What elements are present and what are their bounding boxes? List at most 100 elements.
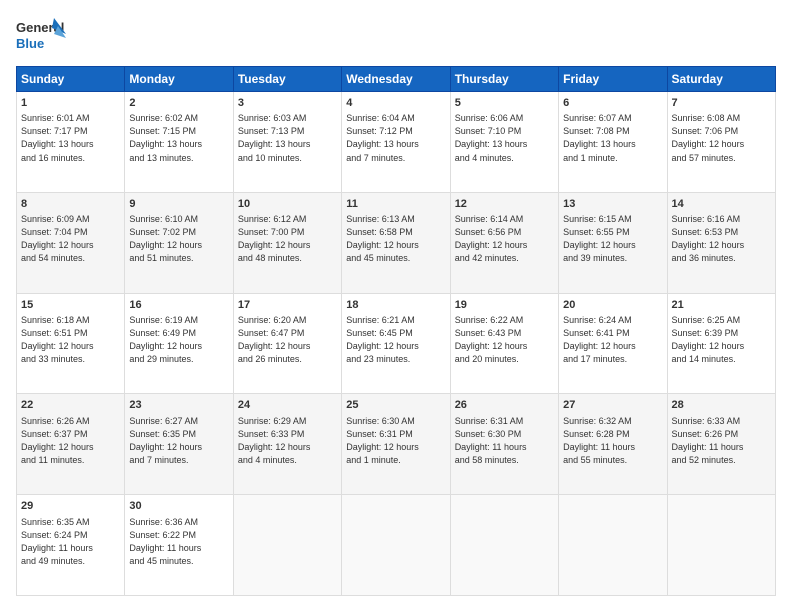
calendar-cell: 6Sunrise: 6:07 AM Sunset: 7:08 PM Daylig… bbox=[559, 92, 667, 193]
weekday-header-thursday: Thursday bbox=[450, 67, 558, 92]
day-info: Sunrise: 6:16 AM Sunset: 6:53 PM Dayligh… bbox=[672, 213, 771, 265]
day-number: 10 bbox=[238, 197, 337, 212]
day-number: 16 bbox=[129, 298, 228, 313]
calendar-cell: 14Sunrise: 6:16 AM Sunset: 6:53 PM Dayli… bbox=[667, 192, 775, 293]
day-number: 8 bbox=[21, 197, 120, 212]
day-number: 25 bbox=[346, 398, 445, 413]
calendar-cell: 5Sunrise: 6:06 AM Sunset: 7:10 PM Daylig… bbox=[450, 92, 558, 193]
logo: GeneralBlue bbox=[16, 16, 68, 56]
day-number: 6 bbox=[563, 96, 662, 111]
day-info: Sunrise: 6:14 AM Sunset: 6:56 PM Dayligh… bbox=[455, 213, 554, 265]
week-row-5: 29 Sunrise: 6:35 AM Sunset: 6:24 PM Dayli… bbox=[17, 495, 776, 596]
calendar-cell bbox=[233, 495, 341, 596]
day-info: Sunrise: 6:03 AM Sunset: 7:13 PM Dayligh… bbox=[238, 112, 337, 164]
day-info: Sunrise: 6:10 AM Sunset: 7:02 PM Dayligh… bbox=[129, 213, 228, 265]
day-info: Sunrise: 6:06 AM Sunset: 7:10 PM Dayligh… bbox=[455, 112, 554, 164]
weekday-header-tuesday: Tuesday bbox=[233, 67, 341, 92]
day-info: Sunrise: 6:33 AM Sunset: 6:26 PM Dayligh… bbox=[672, 415, 771, 467]
day-info: Sunrise: 6:22 AM Sunset: 6:43 PM Dayligh… bbox=[455, 314, 554, 366]
day-number: 27 bbox=[563, 398, 662, 413]
day-info: Sunrise: 6:20 AM Sunset: 6:47 PM Dayligh… bbox=[238, 314, 337, 366]
day-info: Sunrise: 6:07 AM Sunset: 7:08 PM Dayligh… bbox=[563, 112, 662, 164]
day-number: 18 bbox=[346, 298, 445, 313]
day-number: 30 bbox=[129, 499, 228, 514]
weekday-header-saturday: Saturday bbox=[667, 67, 775, 92]
logo-svg: GeneralBlue bbox=[16, 16, 68, 56]
week-row-1: 1Sunrise: 6:01 AM Sunset: 7:17 PM Daylig… bbox=[17, 92, 776, 193]
weekday-header-monday: Monday bbox=[125, 67, 233, 92]
calendar-cell: 10Sunrise: 6:12 AM Sunset: 7:00 PM Dayli… bbox=[233, 192, 341, 293]
week-row-2: 8Sunrise: 6:09 AM Sunset: 7:04 PM Daylig… bbox=[17, 192, 776, 293]
day-number: 5 bbox=[455, 96, 554, 111]
calendar-cell bbox=[450, 495, 558, 596]
day-number: 9 bbox=[129, 197, 228, 212]
calendar-table: SundayMondayTuesdayWednesdayThursdayFrid… bbox=[16, 66, 776, 596]
day-info: Sunrise: 6:08 AM Sunset: 7:06 PM Dayligh… bbox=[672, 112, 771, 164]
day-number: 21 bbox=[672, 298, 771, 313]
day-info: Sunrise: 6:36 AM Sunset: 6:22 PM Dayligh… bbox=[129, 516, 228, 568]
day-number: 17 bbox=[238, 298, 337, 313]
day-info: Sunrise: 6:15 AM Sunset: 6:55 PM Dayligh… bbox=[563, 213, 662, 265]
calendar-cell: 3Sunrise: 6:03 AM Sunset: 7:13 PM Daylig… bbox=[233, 92, 341, 193]
calendar-cell: 30 Sunrise: 6:36 AM Sunset: 6:22 PM Dayli… bbox=[125, 495, 233, 596]
day-number: 20 bbox=[563, 298, 662, 313]
day-number: 2 bbox=[129, 96, 228, 111]
svg-text:Blue: Blue bbox=[16, 36, 44, 51]
day-number: 19 bbox=[455, 298, 554, 313]
weekday-header-friday: Friday bbox=[559, 67, 667, 92]
calendar-cell: 17Sunrise: 6:20 AM Sunset: 6:47 PM Dayli… bbox=[233, 293, 341, 394]
day-info: Sunrise: 6:21 AM Sunset: 6:45 PM Dayligh… bbox=[346, 314, 445, 366]
calendar-cell: 13Sunrise: 6:15 AM Sunset: 6:55 PM Dayli… bbox=[559, 192, 667, 293]
day-info: Sunrise: 6:19 AM Sunset: 6:49 PM Dayligh… bbox=[129, 314, 228, 366]
day-number: 13 bbox=[563, 197, 662, 212]
calendar-cell: 23Sunrise: 6:27 AM Sunset: 6:35 PM Dayli… bbox=[125, 394, 233, 495]
calendar-cell: 11Sunrise: 6:13 AM Sunset: 6:58 PM Dayli… bbox=[342, 192, 450, 293]
day-number: 22 bbox=[21, 398, 120, 413]
day-number: 26 bbox=[455, 398, 554, 413]
calendar-cell: 4Sunrise: 6:04 AM Sunset: 7:12 PM Daylig… bbox=[342, 92, 450, 193]
day-number: 3 bbox=[238, 96, 337, 111]
day-number: 28 bbox=[672, 398, 771, 413]
day-info: Sunrise: 6:04 AM Sunset: 7:12 PM Dayligh… bbox=[346, 112, 445, 164]
day-info: Sunrise: 6:26 AM Sunset: 6:37 PM Dayligh… bbox=[21, 415, 120, 467]
calendar-cell: 15Sunrise: 6:18 AM Sunset: 6:51 PM Dayli… bbox=[17, 293, 125, 394]
calendar-cell: 9Sunrise: 6:10 AM Sunset: 7:02 PM Daylig… bbox=[125, 192, 233, 293]
day-info: Sunrise: 6:30 AM Sunset: 6:31 PM Dayligh… bbox=[346, 415, 445, 467]
day-number: 24 bbox=[238, 398, 337, 413]
calendar-cell: 25 Sunrise: 6:30 AM Sunset: 6:31 PM Dayli… bbox=[342, 394, 450, 495]
calendar-cell: 26 Sunrise: 6:31 AM Sunset: 6:30 PM Dayli… bbox=[450, 394, 558, 495]
day-info: Sunrise: 6:24 AM Sunset: 6:41 PM Dayligh… bbox=[563, 314, 662, 366]
calendar-cell: 1Sunrise: 6:01 AM Sunset: 7:17 PM Daylig… bbox=[17, 92, 125, 193]
day-number: 23 bbox=[129, 398, 228, 413]
day-number: 1 bbox=[21, 96, 120, 111]
day-number: 4 bbox=[346, 96, 445, 111]
calendar-cell: 8Sunrise: 6:09 AM Sunset: 7:04 PM Daylig… bbox=[17, 192, 125, 293]
day-info: Sunrise: 6:25 AM Sunset: 6:39 PM Dayligh… bbox=[672, 314, 771, 366]
week-row-4: 22 Sunrise: 6:26 AM Sunset: 6:37 PM Dayli… bbox=[17, 394, 776, 495]
calendar-cell: 28 Sunrise: 6:33 AM Sunset: 6:26 PM Dayli… bbox=[667, 394, 775, 495]
calendar-cell: 27 Sunrise: 6:32 AM Sunset: 6:28 PM Dayli… bbox=[559, 394, 667, 495]
calendar-cell: 19Sunrise: 6:22 AM Sunset: 6:43 PM Dayli… bbox=[450, 293, 558, 394]
day-info: Sunrise: 6:35 AM Sunset: 6:24 PM Dayligh… bbox=[21, 516, 120, 568]
calendar-cell: 29 Sunrise: 6:35 AM Sunset: 6:24 PM Dayli… bbox=[17, 495, 125, 596]
weekday-header-wednesday: Wednesday bbox=[342, 67, 450, 92]
page: GeneralBlue SundayMondayTuesdayWednesday… bbox=[0, 0, 792, 612]
day-number: 29 bbox=[21, 499, 120, 514]
day-number: 12 bbox=[455, 197, 554, 212]
day-info: Sunrise: 6:02 AM Sunset: 7:15 PM Dayligh… bbox=[129, 112, 228, 164]
day-info: Sunrise: 6:31 AM Sunset: 6:30 PM Dayligh… bbox=[455, 415, 554, 467]
calendar-cell: 2Sunrise: 6:02 AM Sunset: 7:15 PM Daylig… bbox=[125, 92, 233, 193]
day-info: Sunrise: 6:01 AM Sunset: 7:17 PM Dayligh… bbox=[21, 112, 120, 164]
calendar-cell: 24 Sunrise: 6:29 AM Sunset: 6:33 PM Dayli… bbox=[233, 394, 341, 495]
day-info: Sunrise: 6:13 AM Sunset: 6:58 PM Dayligh… bbox=[346, 213, 445, 265]
day-info: Sunrise: 6:12 AM Sunset: 7:00 PM Dayligh… bbox=[238, 213, 337, 265]
day-number: 15 bbox=[21, 298, 120, 313]
day-info: Sunrise: 6:29 AM Sunset: 6:33 PM Dayligh… bbox=[238, 415, 337, 467]
calendar-cell: 22 Sunrise: 6:26 AM Sunset: 6:37 PM Dayli… bbox=[17, 394, 125, 495]
day-info: Sunrise: 6:32 AM Sunset: 6:28 PM Dayligh… bbox=[563, 415, 662, 467]
calendar-cell: 16Sunrise: 6:19 AM Sunset: 6:49 PM Dayli… bbox=[125, 293, 233, 394]
day-number: 11 bbox=[346, 197, 445, 212]
calendar-cell: 18Sunrise: 6:21 AM Sunset: 6:45 PM Dayli… bbox=[342, 293, 450, 394]
calendar-cell bbox=[342, 495, 450, 596]
day-info: Sunrise: 6:18 AM Sunset: 6:51 PM Dayligh… bbox=[21, 314, 120, 366]
